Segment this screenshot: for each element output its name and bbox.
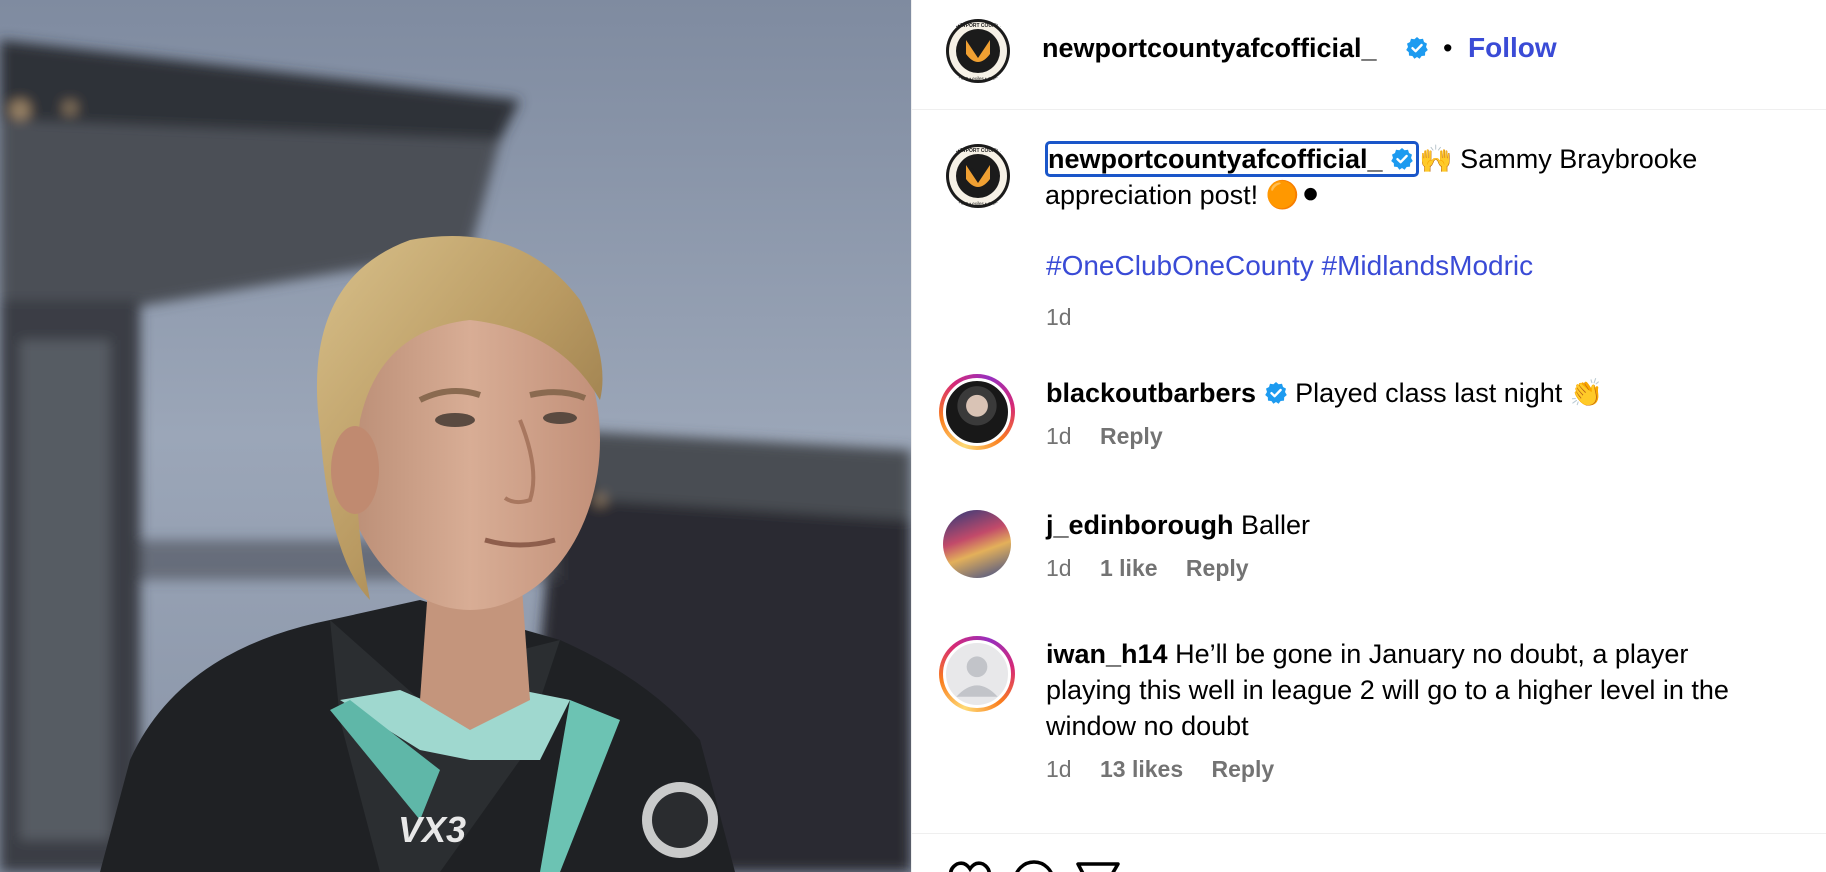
comment-likes-count[interactable]: 1 like xyxy=(1100,555,1158,581)
comment-timestamp[interactable]: 1d xyxy=(1046,423,1072,449)
caption-username-focused[interactable]: newportcountyafcofficial_ xyxy=(1045,141,1420,177)
svg-text:NEWPORT COUNTY: NEWPORT COUNTY xyxy=(954,23,1003,29)
heart-icon[interactable] xyxy=(947,858,993,872)
post-action-bar xyxy=(947,858,1247,872)
comment-username-link[interactable]: j_edinborough xyxy=(1046,510,1233,540)
post-caption: newportcountyafcofficial_ 🙌 Sammy Braybr… xyxy=(1045,141,1745,213)
commenter-avatar[interactable] xyxy=(939,374,1015,450)
svg-text:1912 • exiles • 1989: 1912 • exiles • 1989 xyxy=(958,76,998,81)
hashtag-link[interactable]: #MidlandsModric xyxy=(1322,250,1534,281)
caption-hashtags: #OneClubOneCounty #MidlandsModric xyxy=(1046,250,1533,282)
commenter-avatar[interactable] xyxy=(939,636,1015,712)
reply-button[interactable]: Reply xyxy=(1100,423,1163,449)
comment-icon[interactable] xyxy=(1011,858,1057,872)
comment-username-link[interactable]: blackoutbarbers xyxy=(1046,378,1256,408)
hashtag-link[interactable]: #OneClubOneCounty xyxy=(1046,250,1314,281)
action-bar-divider xyxy=(912,833,1826,834)
player-photo-illustration: VX3 xyxy=(0,0,911,872)
header-username-link[interactable]: newportcountyafcofficial_ xyxy=(1042,33,1377,64)
caption-username-link[interactable]: newportcountyafcofficial_ xyxy=(1048,144,1383,174)
comment-likes-count[interactable]: 13 likes xyxy=(1100,756,1183,782)
comment-text-line-1: He’ll be gone in January no doubt, a pla… xyxy=(1175,639,1689,669)
svg-text:NEWPORT COUNTY: NEWPORT COUNTY xyxy=(954,148,1003,154)
kit-sponsor-logo: VX3 xyxy=(398,809,466,850)
comment-timestamp[interactable]: 1d xyxy=(1046,555,1072,581)
reply-button[interactable]: Reply xyxy=(1186,555,1249,581)
comment-text-line-2: playing this well in league 2 will go to… xyxy=(1046,675,1729,705)
caption-text-line-1: 🙌 Sammy Braybrooke xyxy=(1419,144,1698,174)
comment-text-line-3: window no doubt xyxy=(1046,711,1249,741)
verified-badge-icon xyxy=(1405,36,1429,60)
comment-timestamp[interactable]: 1d xyxy=(1046,756,1072,782)
caption-club-logo-avatar[interactable]: NEWPORT COUNTY 1912 • exiles • 1989 xyxy=(945,143,1011,209)
post-photo: VX3 xyxy=(0,0,911,872)
svg-text:1912 • exiles • 1989: 1912 • exiles • 1989 xyxy=(958,201,998,206)
share-icon[interactable] xyxy=(1075,858,1121,872)
caption-text-line-2: appreciation post! 🟠⚫ xyxy=(1045,180,1322,210)
follow-button[interactable]: Follow xyxy=(1468,32,1557,64)
caption-timestamp[interactable]: 1d xyxy=(1046,304,1072,331)
commenter-avatar[interactable] xyxy=(939,506,1015,582)
post-detail-panel: NEWPORT COUNTY 1912 • exiles • 1989 newp… xyxy=(911,0,1826,872)
default-avatar-icon xyxy=(956,656,998,697)
post-header: NEWPORT COUNTY 1912 • exiles • 1989 newp… xyxy=(912,0,1826,110)
comment-text: Baller xyxy=(1241,510,1311,540)
separator-dot: • xyxy=(1443,33,1453,63)
verified-badge-icon xyxy=(1390,147,1414,171)
reply-button[interactable]: Reply xyxy=(1212,756,1275,782)
comment-text: Played class last night 👏 xyxy=(1295,378,1604,408)
club-logo-avatar[interactable]: NEWPORT COUNTY 1912 • exiles • 1989 xyxy=(945,18,1011,84)
comment-username-link[interactable]: iwan_h14 xyxy=(1046,639,1168,669)
verified-badge-icon xyxy=(1264,381,1288,405)
